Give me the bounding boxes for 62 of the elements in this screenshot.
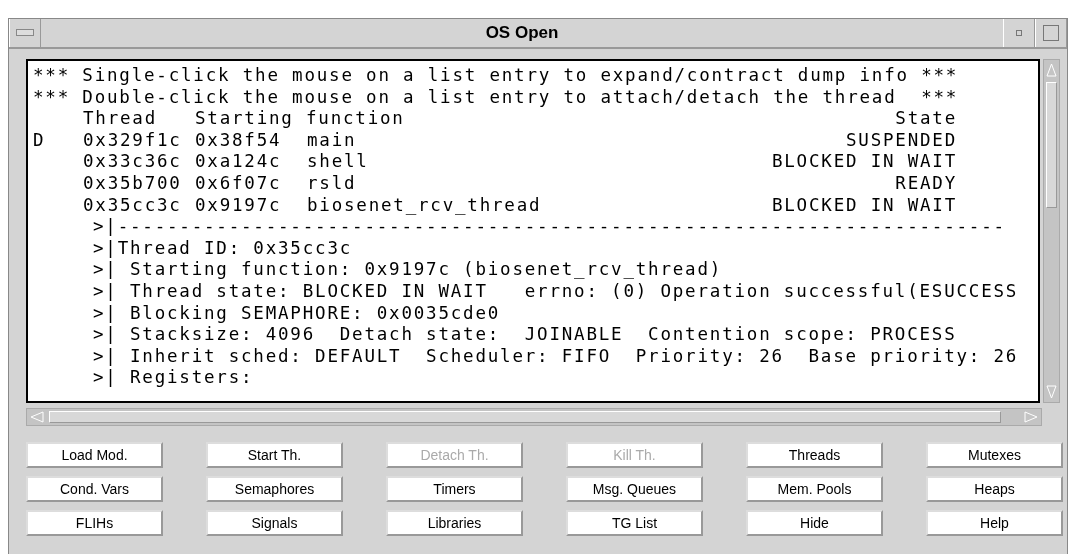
- start-address: 0xa124c: [195, 151, 283, 173]
- thread-state: BLOCKED IN WAIT: [771, 151, 957, 173]
- dump-info-line: >| Inherit sched: DEFAULT Scheduler: FIFO Priority: 26 Base priority: 26: [93, 345, 1019, 368]
- thread-list[interactable]: [26, 59, 1040, 403]
- dump-info-line: >| Stacksize: 4096 Detach state: JOINABLE Contention scope: PROCESS: [93, 324, 957, 346]
- window-menu-button[interactable]: [9, 19, 41, 47]
- instruction-text: *** Single-click the mouse on a list entry to expand/contract dump info ***: [33, 65, 959, 87]
- function-name: main: [307, 129, 358, 152]
- thread-id[interactable]: 0x33c36c: [83, 151, 195, 173]
- action-button[interactable]: Cond. Vars: [26, 476, 163, 502]
- horizontal-scrollbar[interactable]: [26, 408, 1042, 426]
- action-button[interactable]: TG List: [566, 510, 703, 536]
- action-button[interactable]: Help: [926, 510, 1063, 536]
- function-name: shell: [307, 151, 370, 173]
- thread-id[interactable]: 0x35b700: [83, 172, 195, 195]
- dump-info-line: >|Thread ID: 0x35cc3c: [93, 237, 353, 260]
- maximize-button[interactable]: [1035, 19, 1067, 47]
- dump-info-line: >|------------------------------------------------------------------------: [93, 216, 1006, 238]
- action-button[interactable]: Start Th.: [206, 442, 343, 468]
- instruction-text: *** Double-click the mouse on a list entry to attach/detach the thread ***: [33, 86, 959, 109]
- start-address: 0x9197c: [195, 194, 283, 217]
- dump-info-line: >| Thread state: BLOCKED IN WAIT errno: (0) Operation successful(ESUCCESS: [93, 280, 1019, 303]
- thread-id[interactable]: 0x329f1c: [83, 129, 195, 152]
- scroll-up-icon[interactable]: [1046, 63, 1057, 77]
- scrollbar-thumb[interactable]: [49, 411, 1001, 423]
- action-button[interactable]: Load Mod.: [26, 442, 163, 468]
- action-button[interactable]: Semaphores: [206, 476, 343, 502]
- thread-state: READY: [895, 172, 957, 195]
- action-button[interactable]: Msg. Queues: [566, 476, 703, 502]
- thread-marker: D: [33, 129, 47, 152]
- thread-state: SUSPENDED: [845, 129, 957, 152]
- column-header: State: [895, 108, 957, 130]
- maximize-icon: [1043, 25, 1059, 41]
- action-button[interactable]: Libraries: [386, 510, 523, 536]
- dump-info-line: >| Registers:: [93, 367, 254, 389]
- minimize-icon: [1016, 30, 1022, 36]
- column-header: Starting function: [195, 108, 406, 130]
- function-name: rsld: [307, 172, 358, 195]
- window-title: OS Open: [484, 22, 560, 44]
- action-button[interactable]: FLIHs: [26, 510, 163, 536]
- thread-state: BLOCKED IN WAIT: [771, 194, 957, 217]
- vertical-scrollbar[interactable]: [1043, 59, 1060, 403]
- dump-info-line: >| Starting function: 0x9197c (biosenet_rcv_thread): [93, 259, 723, 281]
- action-button[interactable]: Hide: [746, 510, 883, 536]
- column-header: Thread: [83, 108, 158, 130]
- action-button[interactable]: Mem. Pools: [746, 476, 883, 502]
- scroll-right-icon[interactable]: [1024, 411, 1038, 423]
- action-button[interactable]: Timers: [386, 476, 523, 502]
- action-button[interactable]: Heaps: [926, 476, 1063, 502]
- action-button[interactable]: Threads: [746, 442, 883, 468]
- start-address: 0x6f07c: [195, 172, 283, 195]
- action-button[interactable]: Mutexes: [926, 442, 1063, 468]
- thread-id[interactable]: 0x35cc3c: [83, 194, 195, 217]
- function-name: biosenet_rcv_thread: [307, 194, 543, 217]
- scroll-left-icon[interactable]: [30, 411, 44, 423]
- action-button[interactable]: Signals: [206, 510, 343, 536]
- minimize-button[interactable]: [1003, 19, 1035, 47]
- scroll-down-icon[interactable]: [1046, 385, 1057, 399]
- dump-info-line: >| Blocking SEMAPHORE: 0x0035cde0: [93, 302, 501, 325]
- scrollbar-thumb[interactable]: [1046, 82, 1057, 208]
- start-address: 0x38f54: [195, 129, 283, 152]
- menu-icon: [16, 29, 34, 37]
